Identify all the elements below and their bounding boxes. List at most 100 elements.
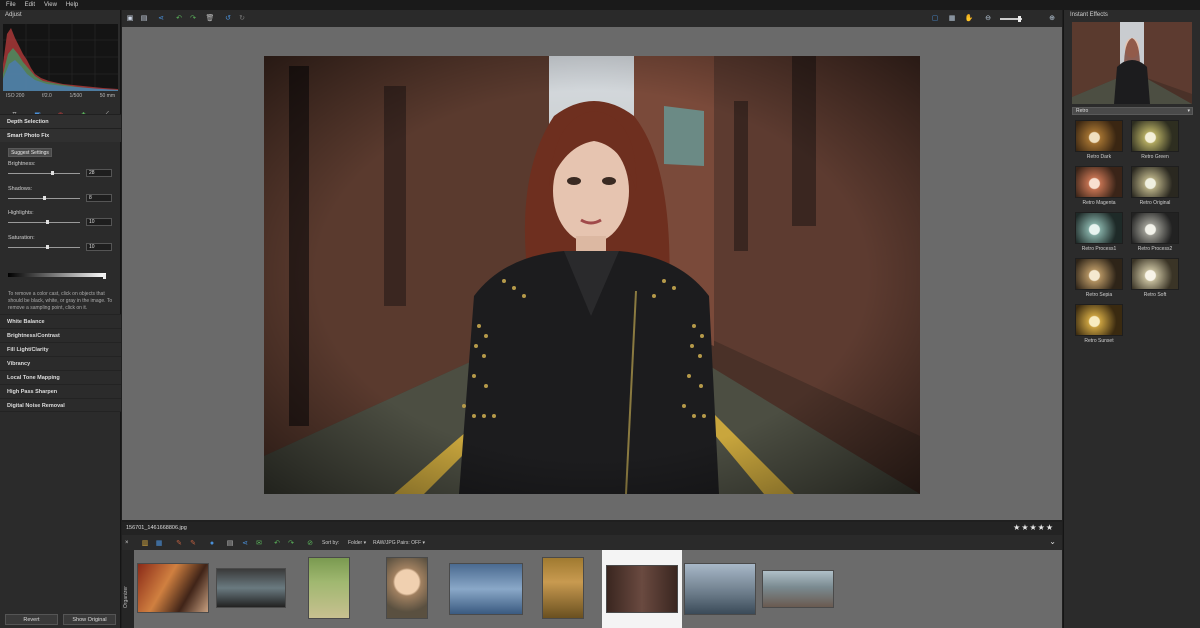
email-icon[interactable]: ✉ — [254, 538, 264, 548]
shadows-value[interactable]: 8 — [86, 194, 112, 202]
effect-thumbnail — [1131, 166, 1179, 198]
effect-retro-original[interactable]: Retro Original — [1129, 166, 1181, 206]
thumbnail-underwater[interactable] — [449, 563, 523, 615]
menu-help[interactable]: Help — [66, 2, 78, 8]
smart-photo-fix-section[interactable]: Smart Photo Fix — [0, 128, 121, 142]
thumbnail-portrait-blonde[interactable] — [386, 557, 428, 619]
brightness-slider[interactable] — [8, 171, 80, 175]
saturation-value[interactable]: 10 — [86, 243, 112, 251]
filmstrip — [134, 550, 1062, 628]
rotate-right-icon[interactable]: ↷ — [286, 538, 296, 548]
effect-label: Retro Process2 — [1137, 246, 1173, 252]
image-canvas[interactable] — [122, 27, 1062, 520]
filter-icon[interactable]: ⊘ — [305, 538, 315, 548]
sort-select-value: Folder — [348, 540, 363, 546]
effect-retro-dark[interactable]: Retro Dark — [1073, 120, 1125, 160]
tag-remove-icon[interactable]: ✎ — [188, 538, 198, 548]
menu-edit[interactable]: Edit — [25, 2, 35, 8]
undo-icon[interactable]: ↺ — [223, 13, 233, 23]
organizer-info-bar: 156701_1461668806.jpg ★★★★★ — [122, 522, 1062, 535]
thumbnail-forest-woman[interactable] — [308, 557, 350, 619]
category-local-tone-mapping[interactable]: Local Tone Mapping — [0, 370, 121, 384]
thumbnail-river[interactable] — [216, 568, 286, 608]
effect-retro-sepia[interactable]: Retro Sepia — [1073, 258, 1125, 298]
thumbnail-guitars[interactable] — [137, 563, 209, 613]
star-rating[interactable]: ★★★★★ — [1013, 523, 1054, 532]
instant-effects-panel: Instant Effects Retro ▾ Retro Dark Retro… — [1063, 10, 1200, 628]
delete-icon[interactable]: 🗑 — [205, 13, 215, 23]
tag-icon[interactable]: ✎ — [174, 538, 184, 548]
black-white-gradient[interactable] — [8, 273, 106, 277]
exif-info: ISO 200 f/2.0 1/500 50 mm — [3, 93, 118, 99]
sort-select[interactable]: Folder ▾ — [348, 540, 366, 546]
effect-label: Retro Dark — [1086, 154, 1112, 160]
organizer-side-tab[interactable]: × Organizer — [122, 540, 134, 628]
zoom-out-icon[interactable]: ⊖ — [983, 13, 993, 23]
effect-retro-soft[interactable]: Retro Soft — [1129, 258, 1181, 298]
shadows-knob[interactable] — [42, 196, 46, 200]
shadows-slider[interactable] — [8, 196, 80, 200]
show-original-button[interactable]: Show Original — [63, 614, 116, 625]
thumbnail-alley-woman[interactable] — [606, 565, 678, 613]
brightness-value[interactable]: 28 — [86, 169, 112, 177]
save-icon[interactable]: ▣ — [125, 13, 135, 23]
category-fill-light-clarity[interactable]: Fill Light/Clarity — [0, 342, 121, 356]
fit-window-icon[interactable]: ▢ — [930, 13, 940, 23]
exif-aperture: f/2.0 — [42, 93, 52, 99]
zoom-in-icon[interactable]: ⊕ — [1047, 13, 1057, 23]
zoom-slider-knob[interactable] — [1018, 16, 1021, 22]
collapse-chevron-icon[interactable]: ⌄ — [1049, 537, 1056, 546]
sort-label: Sort by: — [322, 540, 340, 546]
effect-label: Retro Sepia — [1085, 292, 1113, 298]
redo-icon[interactable]: ↻ — [237, 13, 247, 23]
depth-selection-section[interactable]: Depth Selection — [0, 114, 121, 128]
highlights-slider[interactable] — [8, 220, 80, 224]
effect-preview — [1072, 22, 1192, 104]
highlights-value[interactable]: 10 — [86, 218, 112, 226]
category-brightness-contrast[interactable]: Brightness/Contrast — [0, 328, 121, 342]
main-toolbar: ▣ ▤ ⋖ ↶ ↷ 🗑 ↺ ↻ ▢ ▦ ✋ ⊖ ⊕ — [122, 10, 1062, 27]
calendar-icon[interactable]: ▤ — [225, 538, 235, 548]
category-high-pass-sharpen[interactable]: High Pass Sharpen — [0, 384, 121, 398]
effect-label: Retro Process1 — [1081, 246, 1117, 252]
category-white-balance[interactable]: White Balance — [0, 314, 121, 328]
browse-icon[interactable]: ▦ — [154, 538, 164, 548]
thumbnail-woman-field[interactable] — [542, 557, 584, 619]
highlights-knob[interactable] — [46, 220, 50, 224]
effect-thumbnail — [1075, 120, 1123, 152]
thumbnail-city-skyline[interactable] — [684, 563, 756, 615]
zoom-slider[interactable] — [1000, 16, 1022, 22]
category-vibrancy[interactable]: Vibrancy — [0, 356, 121, 370]
saturation-slider[interactable] — [8, 245, 80, 249]
instant-effects-title: Instant Effects — [1070, 12, 1108, 18]
revert-button[interactable]: Revert — [5, 614, 58, 625]
close-icon[interactable]: × — [125, 540, 129, 546]
effect-retro-green[interactable]: Retro Green — [1129, 120, 1181, 160]
select-all-icon[interactable]: ▥ — [140, 538, 150, 548]
save-as-icon[interactable]: ▤ — [139, 13, 149, 23]
brightness-knob[interactable] — [51, 171, 55, 175]
rotate-left-icon[interactable]: ↶ — [174, 13, 184, 23]
gradient-knob[interactable] — [103, 274, 106, 279]
menu-view[interactable]: View — [44, 2, 57, 8]
menu-file[interactable]: File — [6, 2, 16, 8]
effect-label: Retro Magenta — [1082, 200, 1116, 206]
saturation-knob[interactable] — [46, 245, 50, 249]
effect-retro-magenta[interactable]: Retro Magenta — [1073, 166, 1125, 206]
category-digital-noise-removal[interactable]: Digital Noise Removal — [0, 398, 121, 412]
actual-size-icon[interactable]: ▦ — [947, 13, 957, 23]
rotate-left-icon[interactable]: ↶ — [272, 538, 282, 548]
suggest-settings-button[interactable]: Suggest Settings — [8, 148, 52, 157]
effect-retro-process1[interactable]: Retro Process1 — [1073, 212, 1125, 252]
people-icon[interactable]: ● — [207, 538, 217, 548]
effect-retro-process2[interactable]: Retro Process2 — [1129, 212, 1181, 252]
rotate-right-icon[interactable]: ↷ — [188, 13, 198, 23]
effect-retro-sunset[interactable]: Retro Sunset — [1073, 304, 1125, 344]
effect-category-select[interactable]: Retro ▾ — [1072, 107, 1193, 115]
raw-jpg-pairs-toggle[interactable]: RAW/JPG Pairs: OFF ▾ — [373, 540, 425, 546]
share-icon[interactable]: ⋖ — [156, 13, 166, 23]
main-photo[interactable] — [264, 56, 920, 494]
share-icon[interactable]: ⋖ — [240, 538, 250, 548]
thumbnail-coast[interactable] — [762, 570, 834, 608]
pan-hand-icon[interactable]: ✋ — [964, 13, 974, 23]
